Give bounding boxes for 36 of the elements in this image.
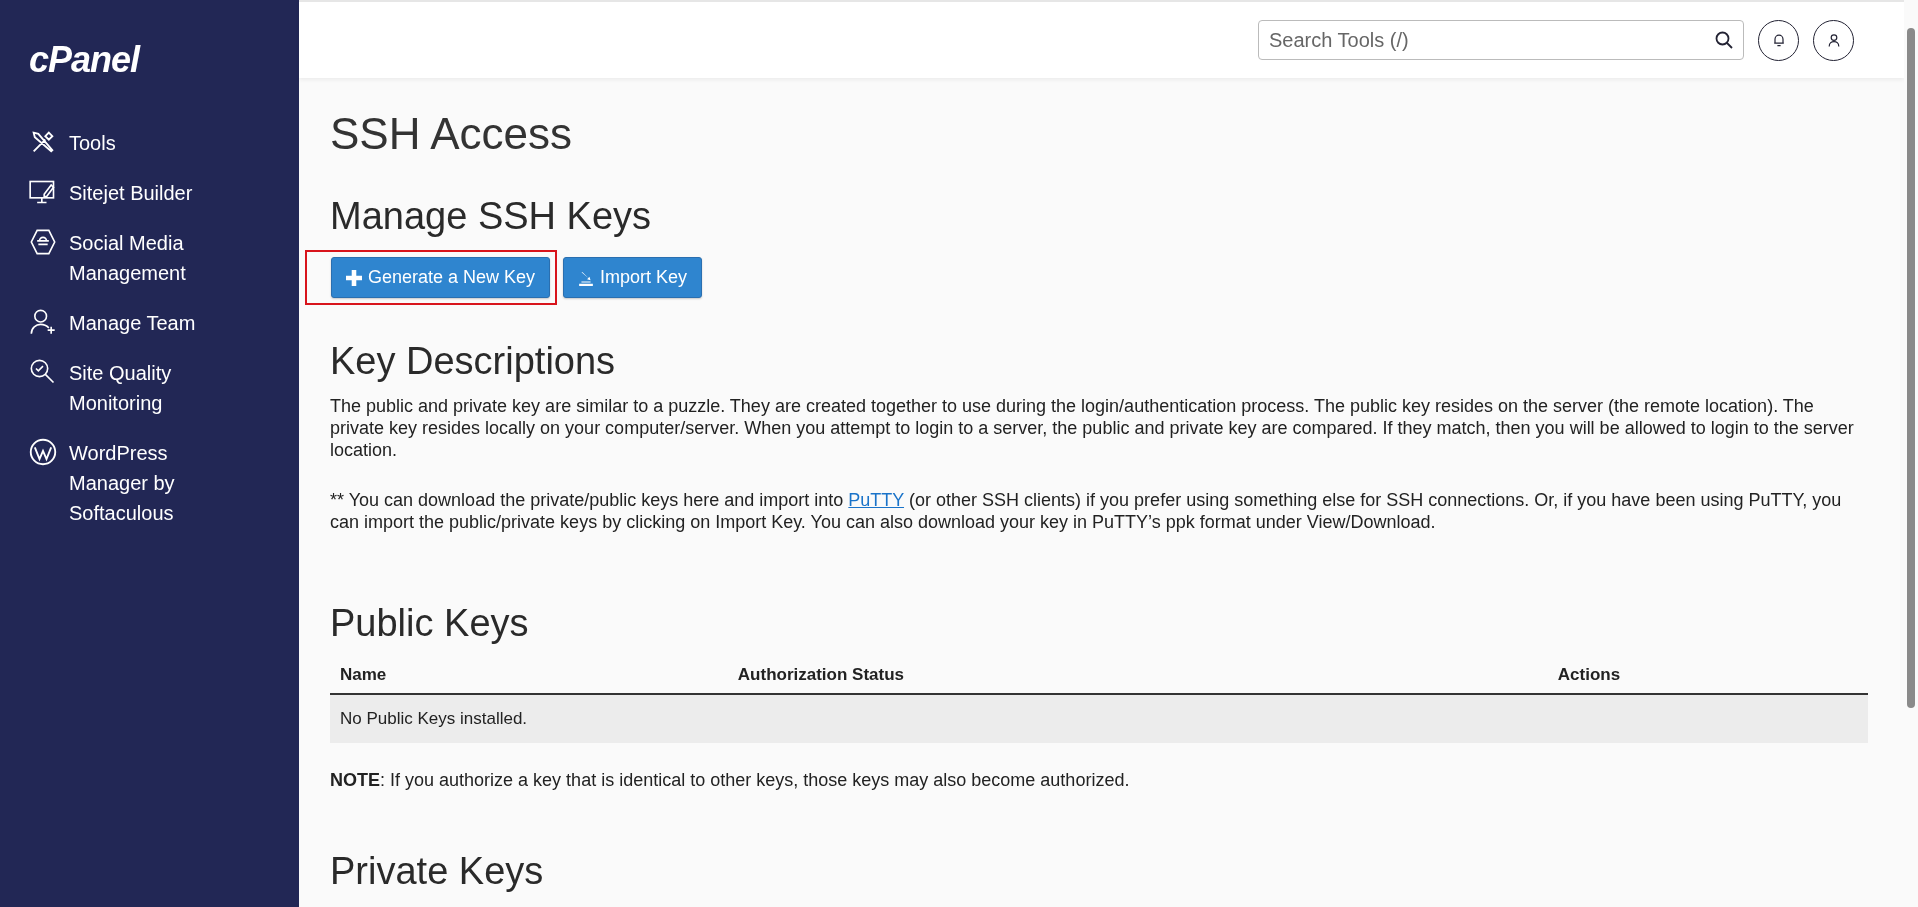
empty-table-message: No Public Keys installed. xyxy=(330,694,1868,743)
wordpress-icon xyxy=(29,438,57,466)
section-heading: Private Keys xyxy=(330,849,545,893)
sidebar-item-label: Site Quality Monitoring xyxy=(69,361,173,416)
import-icon xyxy=(578,269,595,286)
sidebar-item[interactable]: Manage Team xyxy=(29,308,249,338)
sidebar-item[interactable]: Site Quality Monitoring xyxy=(29,358,249,418)
page-title: SSH Access xyxy=(330,108,574,160)
plus-icon xyxy=(346,269,362,286)
sidebar-item-label: Social Media Management xyxy=(69,231,187,286)
sidebar-item-label: Sitejet Builder xyxy=(69,181,193,206)
hexagon-icon xyxy=(29,228,57,256)
magnifier-check-icon xyxy=(29,358,57,386)
search-field[interactable]: Search Tools (/) xyxy=(1258,20,1744,60)
search-icon[interactable] xyxy=(1714,30,1734,50)
section-heading: Manage SSH Keys xyxy=(330,194,653,238)
sidebar-item[interactable]: WordPress Manager by Softaculous xyxy=(29,438,249,528)
section-heading: Public Keys xyxy=(330,601,530,645)
sidebar-item-label: Tools xyxy=(69,131,116,156)
user-button[interactable] xyxy=(1813,19,1854,61)
key-button[interactable]: Import Key xyxy=(563,257,703,298)
sidebar-item[interactable]: Sitejet Builder xyxy=(29,178,249,208)
note-text: NOTE: If you authorize a key that is identical to other keys, those keys may also become authorized. xyxy=(330,769,1131,791)
monitor-pencil-icon xyxy=(29,178,57,206)
sidebar-item[interactable]: Social Media Management xyxy=(29,228,249,288)
sidebar-item-label: WordPress Manager by Softaculous xyxy=(69,441,176,526)
cpanel-logo[interactable]: cPanel xyxy=(29,40,140,80)
key-button[interactable]: Generate a New Key xyxy=(331,257,551,298)
notifications-button[interactable] xyxy=(1758,19,1799,61)
sidebar-item[interactable]: Tools xyxy=(29,128,249,158)
section-heading: Key Descriptions xyxy=(330,339,617,383)
sidebar-item-label: Manage Team xyxy=(69,311,196,336)
description-paragraph: The public and private key are similar to a puzzle. They are created together to use during the login/authentication process. The public key resides on the server (the remote location). The private key resides locally on your computer/server. When you attempt to login to a server, the public and private key are compared. If they match, then you will be allowed to login to the server location. xyxy=(330,395,1855,461)
putty-note-paragraph: ** You can download the private/public keys here and import into PuTTY (or other SSH clients) if you prefer using something else for SSH connections. Or, if you have been using PuTTY, you can import the public/private keys by clicking on Import Key. You can also download your key in PuTTY’s ppk format under View/Download. xyxy=(330,489,1843,533)
user-add-icon xyxy=(29,308,57,336)
putty-link[interactable]: PuTTY xyxy=(848,490,905,510)
